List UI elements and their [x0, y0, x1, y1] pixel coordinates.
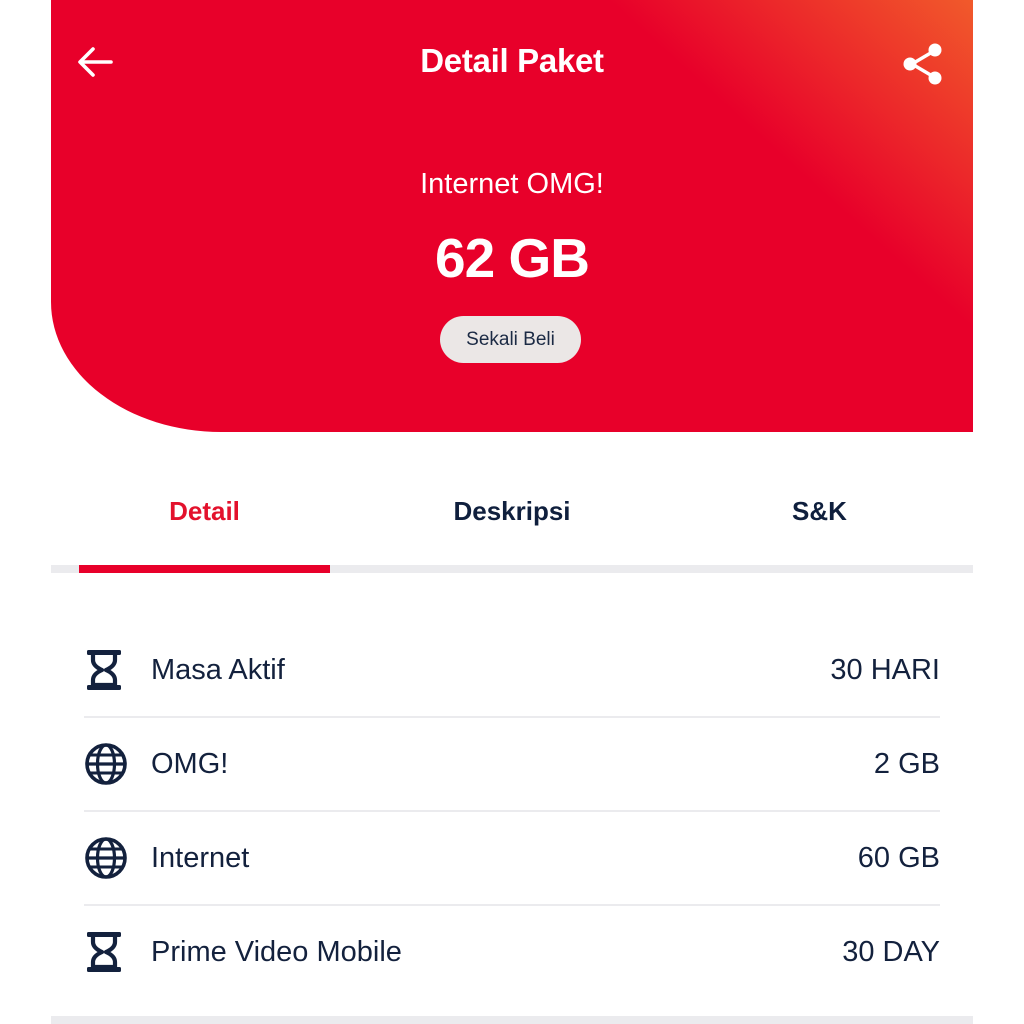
- package-size: 62 GB: [435, 227, 590, 289]
- package-detail-screen: Detail Paket Internet OMG! 62 GB Sekali …: [51, 0, 973, 1024]
- detail-row-omg: OMG! 2 GB: [84, 718, 940, 812]
- page-title: Detail Paket: [420, 42, 604, 79]
- tab-detail[interactable]: Detail: [79, 496, 330, 527]
- active-tab-indicator: [79, 565, 330, 573]
- tab-sk[interactable]: S&K: [694, 496, 945, 527]
- bottom-divider: [51, 1016, 973, 1024]
- detail-label: OMG!: [151, 747, 229, 780]
- hourglass-icon: [84, 930, 128, 974]
- detail-value: 60 GB: [857, 841, 940, 874]
- detail-label: Prime Video Mobile: [151, 935, 402, 968]
- detail-value: 30 HARI: [830, 653, 940, 686]
- tab-bar: Detail Deskripsi S&K: [51, 468, 973, 572]
- hourglass-icon: [84, 648, 128, 692]
- detail-row-internet: Internet 60 GB: [84, 812, 940, 906]
- share-icon: [903, 43, 942, 85]
- tab-deskripsi[interactable]: Deskripsi: [381, 496, 643, 527]
- detail-label: Masa Aktif: [151, 653, 285, 686]
- package-name: Internet OMG!: [420, 168, 604, 200]
- purchase-type-label: Sekali Beli: [466, 328, 555, 350]
- package-hero-banner: Detail Paket Internet OMG! 62 GB Sekali …: [51, 0, 973, 432]
- globe-icon: [84, 836, 128, 880]
- detail-value: 2 GB: [873, 747, 940, 780]
- detail-row-masa-aktif: Masa Aktif 30 HARI: [84, 624, 940, 718]
- share-button[interactable]: [899, 40, 947, 88]
- detail-row-prime-video: Prime Video Mobile 30 DAY: [84, 906, 940, 998]
- detail-label: Internet: [151, 841, 250, 874]
- detail-value: 30 DAY: [842, 935, 940, 968]
- purchase-type-badge: Sekali Beli: [440, 316, 581, 363]
- package-detail-list: Masa Aktif 30 HARI OMG! 2 GB Internet 60…: [84, 624, 940, 998]
- globe-icon: [84, 742, 128, 786]
